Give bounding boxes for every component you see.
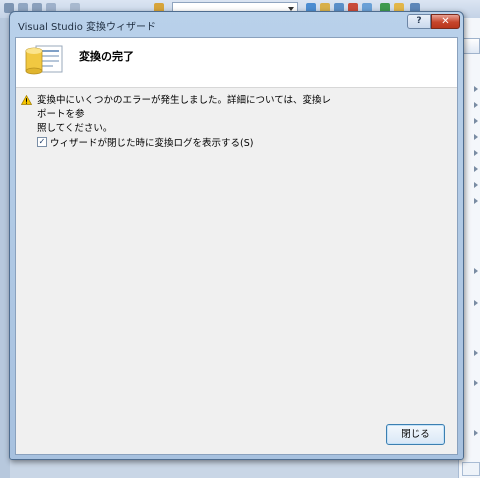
close-window-button[interactable]: ✕ <box>431 14 460 29</box>
tree-expand-icon[interactable] <box>474 86 478 92</box>
wizard-icon <box>25 45 63 75</box>
close-icon: ✕ <box>441 16 450 27</box>
tree-expand-icon[interactable] <box>474 150 478 156</box>
checkmark-icon: ✓ <box>38 137 46 146</box>
help-icon: ? <box>416 16 422 26</box>
tree-expand-icon[interactable] <box>474 380 478 386</box>
wizard-header: 変換の完了 <box>16 38 457 88</box>
warning-message: 変換中にいくつかのエラーが発生しました。詳細については、変換レポートを参 照して… <box>37 94 337 136</box>
page-title: 変換の完了 <box>79 50 134 63</box>
dialog-titlebar[interactable]: Visual Studio 変換ウィザード ? ✕ <box>10 12 463 36</box>
tree-expand-icon[interactable] <box>474 300 478 306</box>
tree-expand-icon[interactable] <box>474 166 478 172</box>
tree-expand-icon[interactable] <box>474 268 478 274</box>
conversion-wizard-dialog: Visual Studio 変換ウィザード ? ✕ 変換の完了 変換中にいくつか… <box>9 11 464 460</box>
dialog-title: Visual Studio 変換ウィザード <box>18 22 157 33</box>
tree-expand-icon[interactable] <box>474 430 478 436</box>
tree-expand-icon[interactable] <box>474 118 478 124</box>
tree-expand-icon[interactable] <box>474 182 478 188</box>
warning-message-line: 変換中にいくつかのエラーが発生しました。詳細については、変換レポートを参 <box>37 95 332 120</box>
tree-expand-icon[interactable] <box>474 134 478 140</box>
tree-expand-icon[interactable] <box>474 102 478 108</box>
help-button[interactable]: ? <box>407 14 431 29</box>
warning-message-line: 照してください。 <box>37 123 113 134</box>
tree-expand-icon[interactable] <box>474 350 478 356</box>
close-button[interactable]: 閉じる <box>386 424 445 445</box>
dialog-client-area: 変換の完了 変換中にいくつかのエラーが発生しました。詳細については、変換レポート… <box>15 37 458 455</box>
show-log-checkbox[interactable]: ✓ <box>37 137 47 147</box>
tree-expand-icon[interactable] <box>474 198 478 204</box>
warning-icon <box>21 95 32 105</box>
ide-bottom-tab[interactable] <box>462 462 480 476</box>
show-log-checkbox-label[interactable]: ウィザードが閉じた時に変換ログを表示する(S) <box>50 135 253 149</box>
